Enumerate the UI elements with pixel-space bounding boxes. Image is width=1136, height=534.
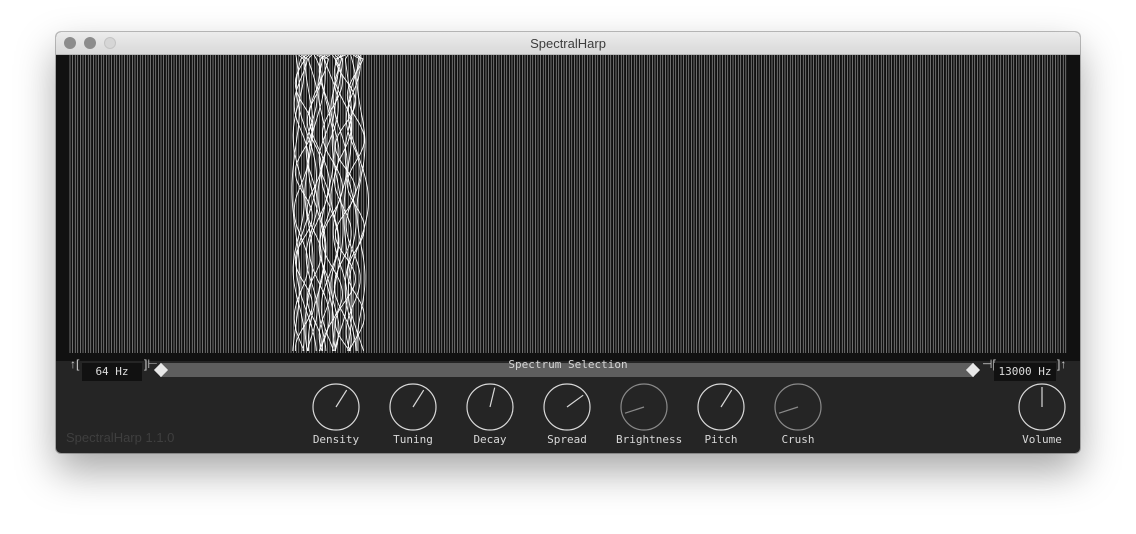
knob-dial-icon [697, 383, 745, 431]
knob-spread[interactable]: Spread [539, 382, 595, 446]
knob-dial-icon [466, 383, 514, 431]
app-window: SpectralHarp ↑[ 64 Hz ]⊢ ⊣[ 13000 Hz ]↑ … [56, 32, 1080, 453]
knob-dial-icon [312, 383, 360, 431]
spectrum-selection-label: Spectrum Selection [508, 358, 628, 371]
knob-dial-icon [543, 383, 591, 431]
knob-dial-icon [389, 383, 437, 431]
knob-label: Tuning [393, 433, 433, 446]
knob-crush[interactable]: Crush [770, 382, 826, 446]
knob-label: Pitch [704, 433, 738, 446]
knob-label: Spread [547, 433, 587, 446]
knob-label: Decay [473, 433, 507, 446]
knob-label: Brightness [616, 433, 683, 446]
knob-decay[interactable]: Decay [462, 382, 518, 446]
knob-tuning[interactable]: Tuning [385, 382, 441, 446]
knob-dial-icon [620, 383, 668, 431]
knob-volume[interactable]: Volume [1014, 382, 1070, 446]
knob-dial-icon [1018, 383, 1066, 431]
knob-brightness[interactable]: Brightness [616, 382, 683, 446]
knob-density[interactable]: Density [308, 382, 364, 446]
knob-label: Crush [781, 433, 815, 446]
knob-pitch[interactable]: Pitch [693, 382, 749, 446]
knob-label: Density [312, 433, 360, 446]
harp-strings[interactable] [56, 55, 1080, 361]
version-label: SpectralHarp 1.1.0 [66, 430, 175, 445]
window-title: SpectralHarp [530, 36, 606, 51]
spectrum-display[interactable]: ↑[ 64 Hz ]⊢ ⊣[ 13000 Hz ]↑ [56, 55, 1080, 381]
knob-dial-icon [774, 383, 822, 431]
title-bar: SpectralHarp [56, 32, 1080, 55]
knob-label: Volume [1022, 433, 1062, 446]
